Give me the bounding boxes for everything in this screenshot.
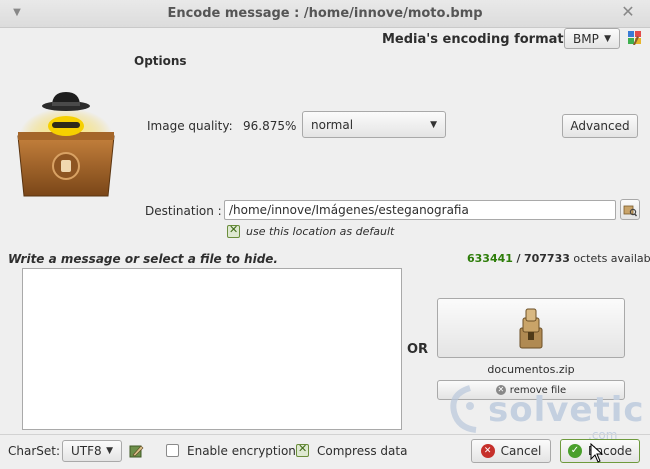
destination-path-field[interactable]: /home/innove/Imágenes/esteganografia (224, 200, 616, 220)
image-quality-value: 96.875% (243, 119, 297, 133)
media-format-value: BMP (573, 31, 599, 46)
or-label: OR (407, 342, 429, 357)
archive-icon (519, 308, 543, 349)
footer-divider (0, 434, 650, 435)
encode-dialog: ▼ Encode message : /home/innove/moto.bmp… (0, 0, 650, 469)
selected-file-name: documentos.zip (487, 363, 575, 376)
octets-unit: octets available (573, 252, 650, 265)
octets-separator: / (516, 252, 521, 265)
encryption-checkbox[interactable] (166, 444, 179, 457)
media-format-select[interactable]: BMP ▼ (564, 28, 620, 49)
cancel-icon: ✕ (480, 444, 495, 458)
options-heading: Options (134, 54, 187, 68)
image-quality-label: Image quality: (147, 119, 233, 133)
compress-label: Compress data (317, 444, 408, 458)
app-logo-icon (8, 92, 126, 202)
quality-preset-value: normal (311, 117, 354, 132)
charset-select[interactable]: UTF8 ▼ (62, 440, 122, 462)
browse-folder-button[interactable] (620, 199, 640, 220)
message-heading: Write a message or select a file to hide… (8, 252, 278, 266)
close-icon[interactable]: ✕ (620, 4, 636, 20)
chevron-down-icon: ▼ (430, 119, 437, 130)
window-title: Encode message : /home/innove/moto.bmp (167, 6, 483, 21)
encryption-label: Enable encryption (187, 444, 296, 458)
watermark-logo: solvetic .com (440, 376, 644, 446)
check-icon: ✓ (567, 444, 582, 458)
title-bar: ▼ Encode message : /home/innove/moto.bmp… (0, 0, 650, 28)
charset-label: CharSet: (8, 444, 61, 458)
charset-value: UTF8 (71, 444, 102, 458)
destination-label: Destination : (145, 204, 222, 218)
octets-available: 633441 / 707733 octets available (467, 252, 650, 265)
compress-checkbox[interactable] (296, 442, 309, 457)
select-file-button[interactable] (437, 298, 625, 358)
media-format-label: Media's encoding format : (382, 32, 574, 47)
default-location-label: use this location as default (246, 225, 395, 238)
cancel-button[interactable]: ✕ Cancel (471, 439, 551, 463)
chevron-down-icon: ▼ (106, 446, 113, 456)
message-textarea[interactable] (22, 268, 402, 430)
edit-charset-icon[interactable] (128, 443, 144, 459)
cancel-label: Cancel (500, 444, 542, 458)
octets-used: 633441 (467, 252, 513, 265)
chevron-down-icon: ▼ (604, 33, 611, 44)
octets-total: 707733 (523, 252, 570, 265)
advanced-button[interactable]: Advanced (562, 114, 638, 138)
folder-search-icon (623, 205, 637, 216)
default-location-checkbox[interactable] (227, 223, 240, 238)
palette-icon[interactable] (627, 30, 643, 46)
quality-preset-select[interactable]: normal ▼ (302, 111, 446, 138)
mouse-cursor-icon (590, 442, 604, 463)
watermark-text: solvetic (488, 390, 645, 430)
